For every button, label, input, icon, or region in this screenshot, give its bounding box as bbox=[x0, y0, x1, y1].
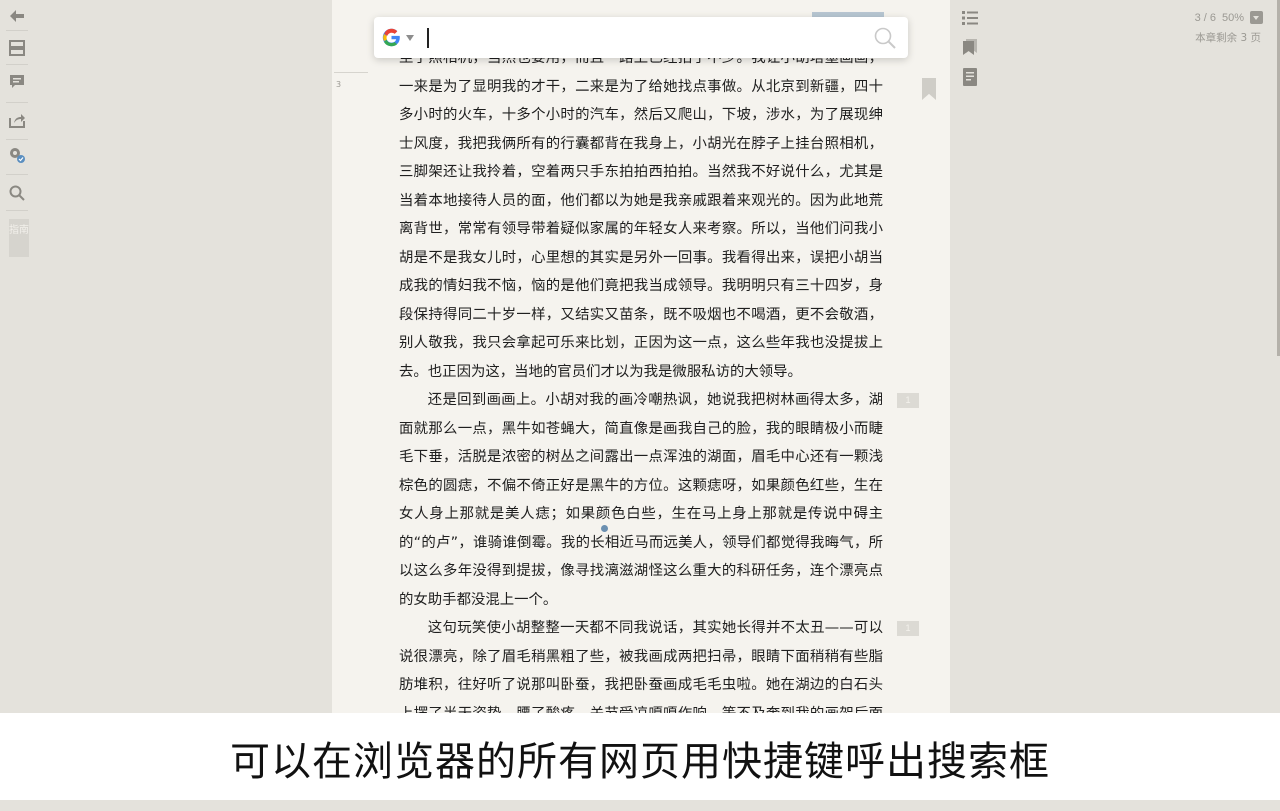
book-text: 坐了照相机，当然也要用，而且一路上已经拍了不少。我让小胡塔墨画画，一来是为了显明… bbox=[399, 44, 883, 713]
toolbar-divider bbox=[6, 174, 28, 175]
book-page: 3 坐了照相机，当然也要用，而且一路上已经拍了不少。我让小胡塔墨画画，一来是为了… bbox=[332, 0, 950, 713]
engine-dropdown-icon[interactable] bbox=[406, 35, 414, 41]
text-cursor bbox=[427, 28, 429, 48]
toolbar-divider bbox=[6, 64, 28, 65]
right-panel: 3 / 6 50% 本章剩余 3 页 bbox=[950, 0, 1280, 713]
toc-icon[interactable] bbox=[962, 10, 978, 26]
chapter-remaining: 本章剩余 3 页 bbox=[1195, 32, 1261, 44]
toolbar-divider bbox=[6, 30, 28, 31]
google-logo-icon[interactable] bbox=[382, 28, 401, 47]
chapter-list-icon[interactable] bbox=[8, 39, 26, 57]
left-toolbar: 指南 bbox=[0, 0, 34, 713]
paragraph: 这句玩笑使小胡整整一天都不同我说话，其实她长得并不太丑——可以说很漂亮，除了眉毛… bbox=[399, 620, 883, 713]
annotation-count-badge[interactable]: 1 bbox=[897, 621, 919, 636]
search-icon[interactable] bbox=[8, 184, 26, 202]
caption-bar: 可以在浏览器的所有网页用快捷键呼出搜索框 bbox=[0, 713, 1280, 800]
comments-icon[interactable] bbox=[8, 73, 26, 91]
notes-book-icon[interactable] bbox=[962, 68, 978, 86]
page-progress: 3 / 6 50% bbox=[1189, 12, 1244, 24]
bookmark-ribbon-icon[interactable] bbox=[922, 78, 936, 100]
settings-check-icon[interactable] bbox=[8, 146, 26, 164]
search-input[interactable] bbox=[424, 25, 868, 53]
page-number: 3 bbox=[336, 80, 342, 89]
toolbar-divider bbox=[6, 139, 28, 140]
page-number-divider bbox=[334, 72, 368, 73]
note-marker-icon[interactable] bbox=[601, 525, 608, 532]
share-icon[interactable] bbox=[8, 111, 26, 129]
zoom-level: 50% bbox=[1221, 12, 1244, 24]
guide-tab[interactable]: 指南 bbox=[9, 219, 29, 257]
toolbar-divider bbox=[6, 102, 28, 103]
quick-search-box bbox=[374, 17, 908, 58]
page-progress-count: 3 / 6 bbox=[1194, 12, 1216, 24]
annotation-count-badge[interactable]: 1 bbox=[897, 393, 919, 408]
paragraph: 坐了照相机，当然也要用，而且一路上已经拍了不少。我让小胡塔墨画画，一来是为了显明… bbox=[399, 50, 883, 380]
toolbar-divider bbox=[6, 210, 28, 211]
back-arrow-icon[interactable] bbox=[8, 7, 26, 25]
caption-text: 可以在浏览器的所有网页用快捷键呼出搜索框 bbox=[230, 739, 1050, 785]
paragraph: 还是回到画画上。小胡对我的画冷嘲热讽，她说我把树林画得太多，湖面就那么一点，黑牛… bbox=[399, 392, 883, 608]
search-submit-icon[interactable] bbox=[873, 26, 897, 50]
bookmark-icon[interactable] bbox=[962, 39, 978, 55]
progress-dropdown-button[interactable] bbox=[1250, 11, 1263, 24]
